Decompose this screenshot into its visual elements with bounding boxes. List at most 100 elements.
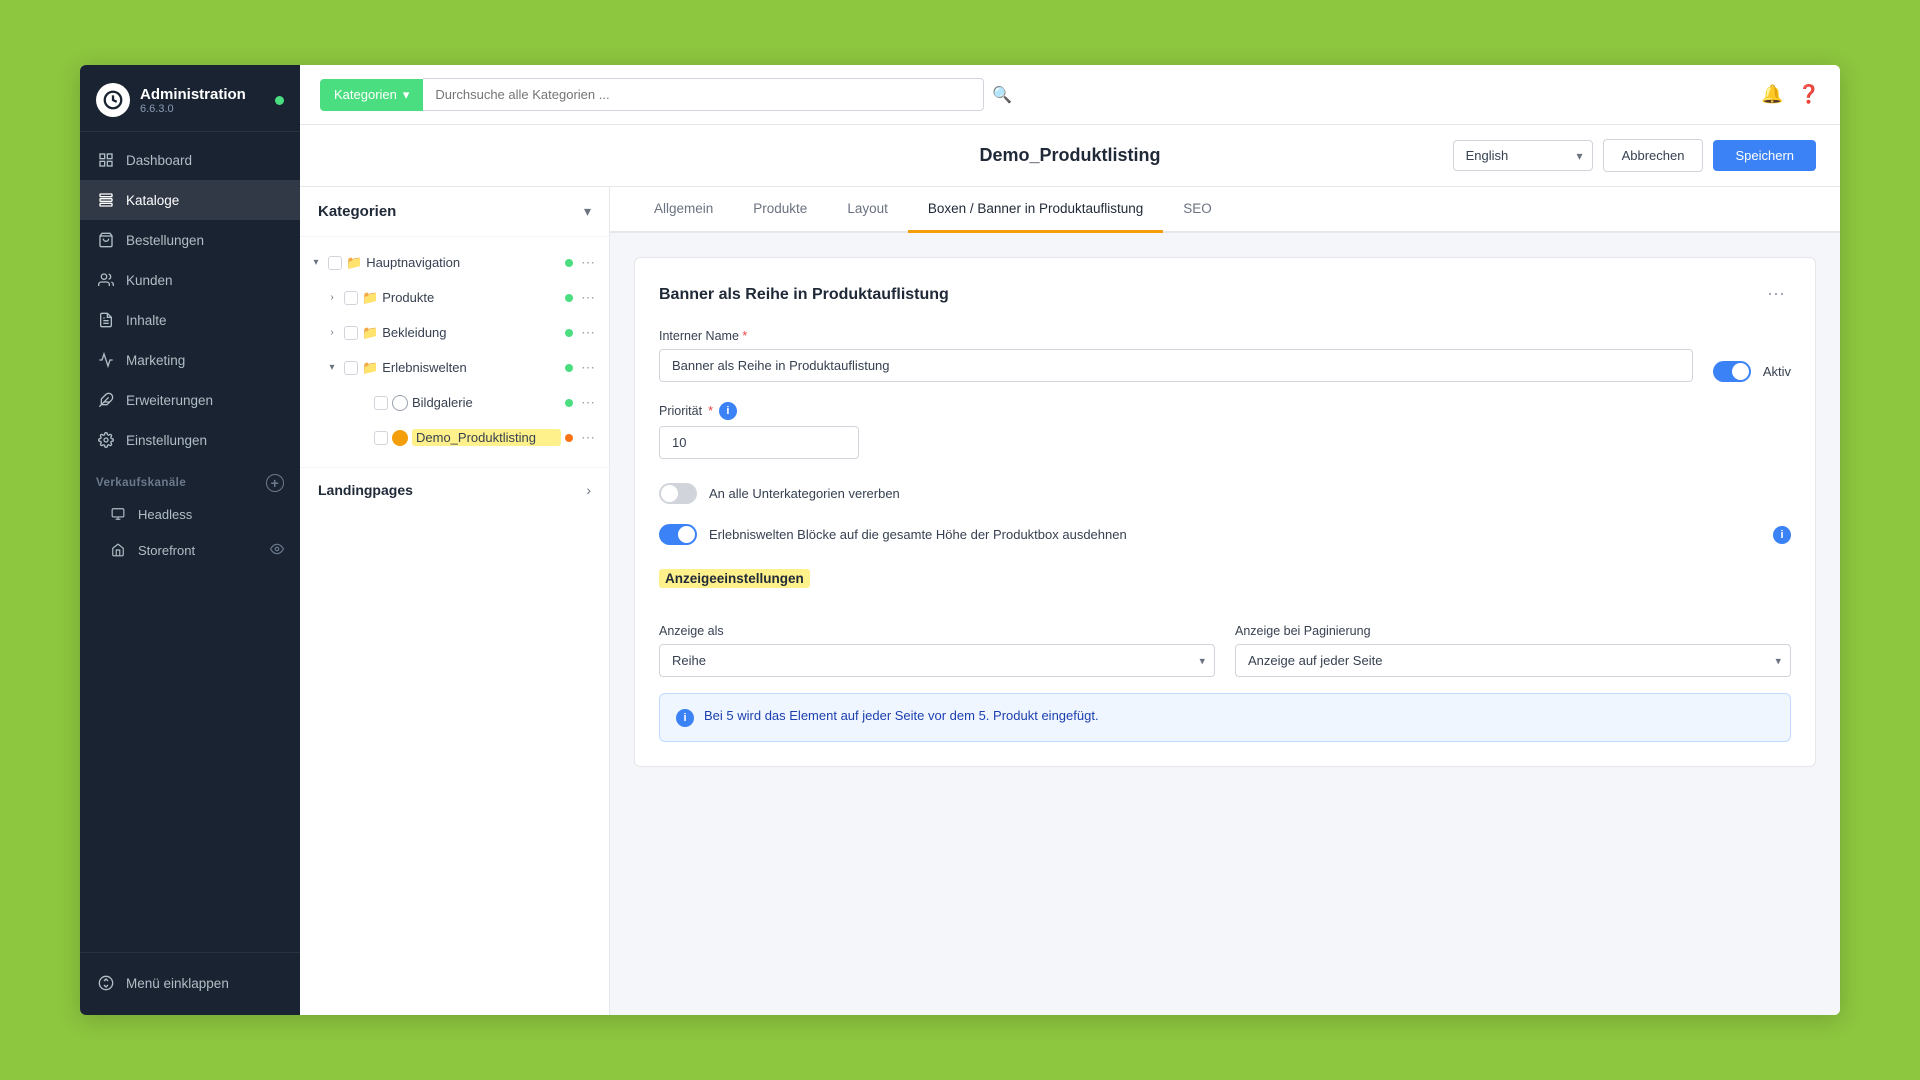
prioritaet-input[interactable]	[659, 426, 859, 459]
collapse-label: Menü einklappen	[126, 976, 229, 991]
storefront-visibility-icon[interactable]	[270, 542, 284, 559]
more-options-button[interactable]: ⋯	[1761, 282, 1791, 307]
save-button[interactable]: Speichern	[1713, 140, 1816, 171]
erlebniswelten-info-icon[interactable]: i	[1773, 526, 1791, 544]
checkbox-produkte[interactable]	[344, 291, 358, 305]
tree-item-erlebniswelten[interactable]: ▾ 📁 Erlebniswelten ⋯	[300, 350, 609, 385]
tabs-bar: Allgemein Produkte Layout Boxen / Banner…	[610, 187, 1840, 233]
headless-icon	[108, 504, 128, 524]
tab-allgemein[interactable]: Allgemein	[634, 187, 733, 233]
info-box: i Bei 5 wird das Element auf jeder Seite…	[659, 693, 1791, 742]
anzeige-paginierung-select[interactable]: Anzeige auf jeder Seite Nur erste Seite …	[1235, 644, 1791, 677]
storefront-icon	[108, 540, 128, 560]
anzeige-als-select[interactable]: Reihe Spalte Gitter	[659, 644, 1215, 677]
sidebar-item-kataloge[interactable]: Kataloge	[80, 180, 300, 220]
panel-header: Kategorien ▾	[300, 187, 609, 237]
sidebar-item-label: Kunden	[126, 273, 173, 288]
aktiv-toggle[interactable]	[1713, 361, 1751, 382]
sidebar-item-storefront[interactable]: Storefront	[80, 532, 300, 568]
chevron-right-icon: ›	[324, 290, 340, 306]
tree-more-button[interactable]: ⋯	[577, 322, 599, 343]
checkbox-demo-produktlisting[interactable]	[374, 431, 388, 445]
add-sales-channel-button[interactable]: +	[266, 474, 284, 492]
tree-item-bekleidung[interactable]: › 📁 Bekleidung ⋯	[300, 315, 609, 350]
erlebniswelten-toggle[interactable]	[659, 524, 697, 545]
erlebniswelten-label: Erlebniswelten Blöcke auf die gesamte Hö…	[709, 527, 1127, 542]
sidebar-item-bestellungen[interactable]: Bestellungen	[80, 220, 300, 260]
page-title: Demo_Produktlisting	[827, 145, 1314, 166]
landingpages-title: Landingpages	[318, 482, 413, 498]
prioritaet-info-icon[interactable]: i	[719, 402, 737, 420]
tab-produkte[interactable]: Produkte	[733, 187, 827, 233]
tree-more-button[interactable]: ⋯	[577, 357, 599, 378]
language-select[interactable]: English Deutsch	[1453, 140, 1593, 171]
panel-collapse-button[interactable]: ▾	[584, 203, 591, 220]
search-input[interactable]	[423, 78, 984, 111]
sidebar-item-label: Kataloge	[126, 193, 179, 208]
anzeige-paginierung-select-wrapper: Anzeige auf jeder Seite Nur erste Seite …	[1235, 644, 1791, 677]
marketing-icon	[96, 350, 116, 370]
sidebar-item-label: Marketing	[126, 353, 185, 368]
tree-more-button[interactable]: ⋯	[577, 252, 599, 273]
sales-channels-label: Verkaufskanäle	[96, 477, 186, 489]
chevron-down-icon: ▾	[403, 87, 410, 103]
kataloge-icon	[96, 190, 116, 210]
content-area: Kategorien ▾ ▾ 📁 Hauptnavigation ⋯	[300, 187, 1840, 1015]
help-button[interactable]: ❓	[1798, 84, 1820, 105]
folder-icon: 📁	[362, 325, 378, 341]
sidebar-item-marketing[interactable]: Marketing	[80, 340, 300, 380]
sidebar-item-dashboard[interactable]: Dashboard	[80, 140, 300, 180]
tab-layout[interactable]: Layout	[827, 187, 908, 233]
sidebar-item-erweiterungen[interactable]: Erweiterungen	[80, 380, 300, 420]
tab-boxen-banner[interactable]: Boxen / Banner in Produktauflistung	[908, 187, 1163, 233]
logo-area: Administration 6.6.3.0	[80, 65, 300, 132]
checkbox-bekleidung[interactable]	[344, 326, 358, 340]
unterkategorien-toggle[interactable]	[659, 483, 697, 504]
status-dot	[565, 294, 573, 302]
collapse-menu-button[interactable]: Menü einklappen	[80, 963, 300, 1003]
sidebar-item-kunden[interactable]: Kunden	[80, 260, 300, 300]
active-dot-icon	[392, 430, 408, 446]
tab-seo[interactable]: SEO	[1163, 187, 1232, 233]
tree-item-demo-produktlisting[interactable]: Demo_Produktlisting ⋯	[300, 420, 609, 455]
sidebar: Administration 6.6.3.0 Dashboard	[80, 65, 300, 1015]
erweiterungen-icon	[96, 390, 116, 410]
tree-more-button[interactable]: ⋯	[577, 427, 599, 448]
sidebar-item-headless[interactable]: Headless	[80, 496, 300, 532]
tree-item-produkte[interactable]: › 📁 Produkte ⋯	[300, 280, 609, 315]
notifications-button[interactable]: 🔔	[1761, 84, 1783, 105]
anzeigeeinstellungen-label: Anzeigeeinstellungen	[659, 569, 810, 588]
cancel-button[interactable]: Abbrechen	[1603, 139, 1704, 172]
chevron-down-icon: ▾	[308, 255, 324, 271]
checkbox-bildgalerie[interactable]	[374, 396, 388, 410]
anzeige-als-select-wrapper: Reihe Spalte Gitter ▾	[659, 644, 1215, 677]
tree-more-button[interactable]: ⋯	[577, 287, 599, 308]
page-header: Demo_Produktlisting English Deutsch ▾ Ab…	[300, 125, 1840, 187]
tree-item-hauptnavigation[interactable]: ▾ 📁 Hauptnavigation ⋯	[300, 245, 609, 280]
required-indicator: *	[742, 329, 747, 343]
status-dot-orange	[565, 434, 573, 442]
internal-name-input[interactable]	[659, 349, 1693, 382]
language-selector-wrapper: English Deutsch ▾	[1453, 140, 1593, 171]
prioritaet-group: Priorität * i	[659, 402, 1791, 459]
tree-more-button[interactable]: ⋯	[577, 392, 599, 413]
status-indicator	[275, 96, 284, 105]
search-category-button[interactable]: Kategorien ▾	[320, 79, 423, 111]
search-submit-button[interactable]: 🔍	[984, 85, 1020, 105]
app-version: 6.6.3.0	[140, 103, 246, 115]
sidebar-item-inhalte[interactable]: Inhalte	[80, 300, 300, 340]
circle-icon	[392, 395, 408, 411]
landingpages-header[interactable]: Landingpages ›	[300, 468, 609, 512]
info-box-icon: i	[676, 709, 694, 727]
sidebar-item-einstellungen[interactable]: Einstellungen	[80, 420, 300, 460]
sidebar-item-label: Headless	[138, 507, 192, 522]
chevron-right-icon: ›	[324, 325, 340, 341]
tree-item-bildgalerie[interactable]: Bildgalerie ⋯	[300, 385, 609, 420]
bestellungen-icon	[96, 230, 116, 250]
sidebar-navigation: Dashboard Kataloge	[80, 132, 300, 952]
logo-icon	[96, 83, 130, 117]
checkbox-erlebniswelten[interactable]	[344, 361, 358, 375]
checkbox-hauptnavigation[interactable]	[328, 256, 342, 270]
inhalte-icon	[96, 310, 116, 330]
tree-label: Erlebniswelten	[382, 360, 561, 375]
